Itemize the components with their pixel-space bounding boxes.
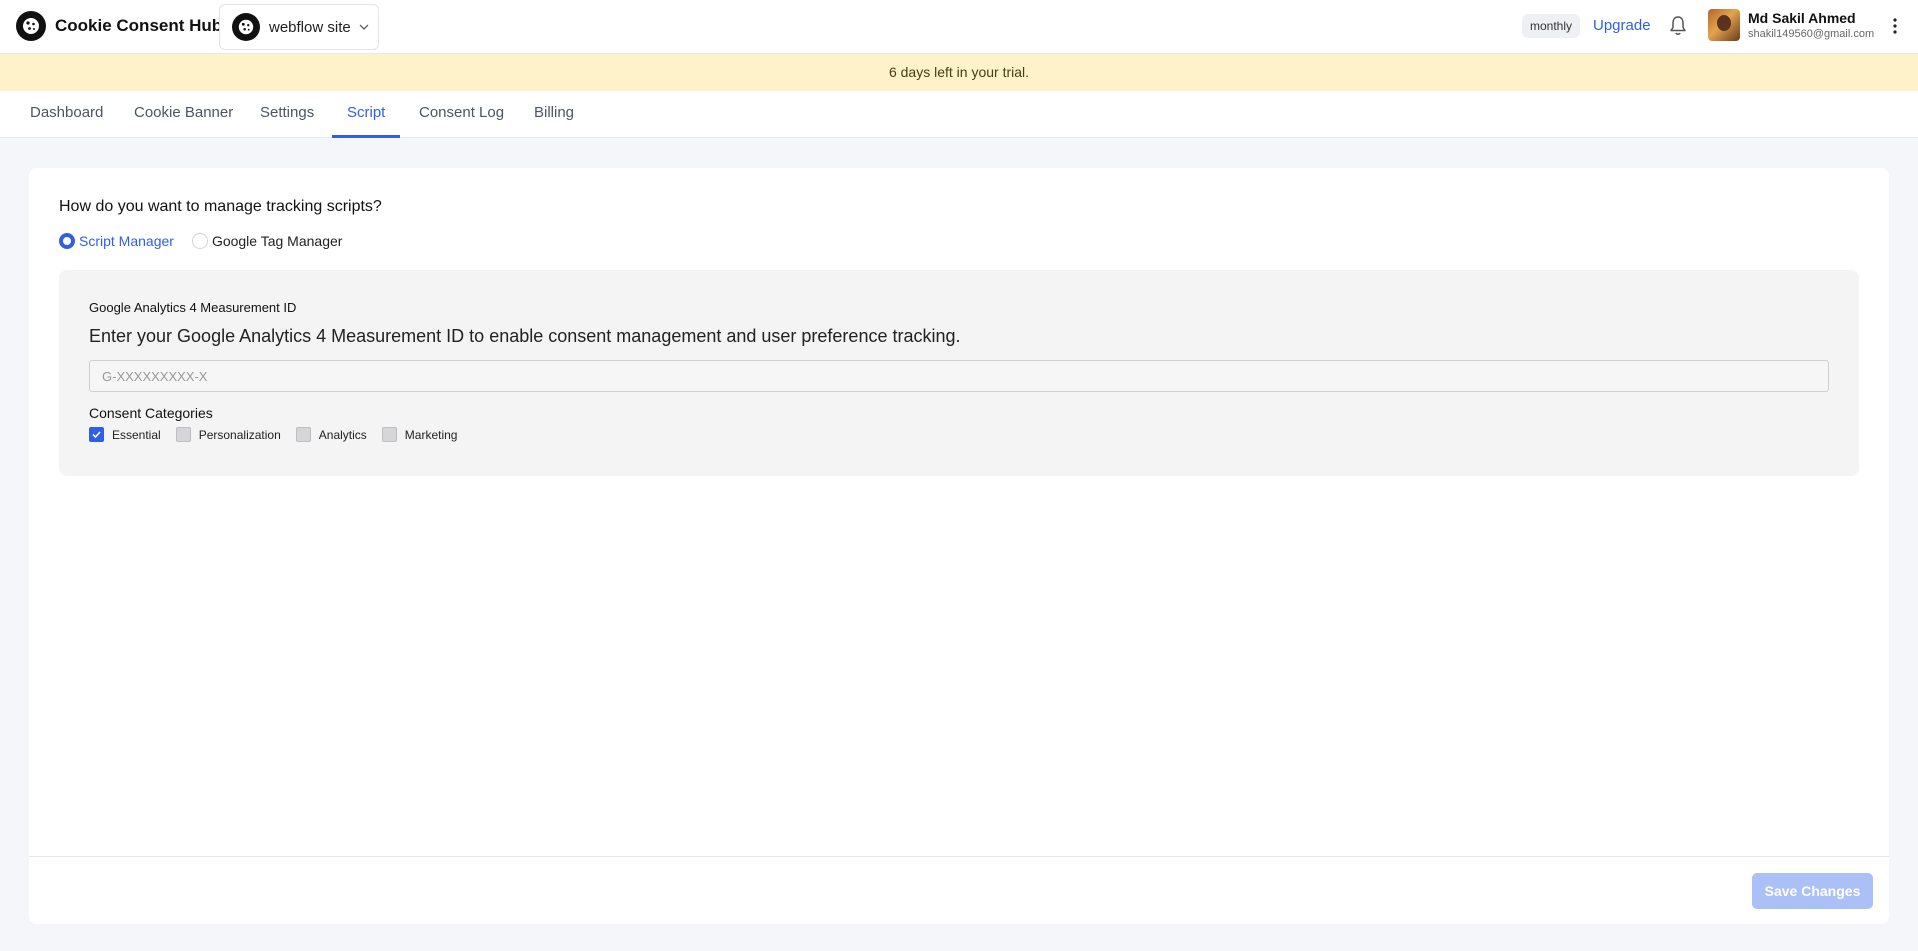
checkbox-unchecked-icon	[295, 427, 311, 442]
tab-consent-log[interactable]: Consent Log	[419, 91, 504, 138]
ga4-panel: Google Analytics 4 Measurement ID Enter …	[59, 270, 1859, 476]
active-tab-indicator	[332, 135, 400, 138]
checkbox-label: Analytics	[318, 427, 367, 442]
site-selector-value: webflow site	[269, 18, 351, 36]
site-selector[interactable]: webflow site	[219, 4, 379, 50]
bell-icon[interactable]	[1668, 15, 1688, 37]
radio-label: Script Manager	[79, 233, 174, 249]
script-mode-radio-group: Script Manager Google Tag Manager	[59, 233, 360, 249]
checkbox-unchecked-icon	[175, 427, 191, 442]
consent-categories: Essential Personalization Analytics Mark…	[89, 427, 472, 442]
checkbox-unchecked-icon	[381, 427, 397, 442]
plan-badge: monthly	[1522, 14, 1581, 38]
checkbox-label: Essential	[112, 427, 161, 442]
tab-settings[interactable]: Settings	[260, 91, 314, 138]
chevron-down-icon	[359, 24, 369, 30]
footer-divider	[29, 856, 1889, 857]
checkbox-analytics[interactable]: Analytics	[295, 427, 367, 442]
checkbox-personalization[interactable]: Personalization	[175, 427, 281, 442]
tab-dashboard[interactable]: Dashboard	[30, 91, 103, 138]
site-cookie-icon	[232, 13, 260, 41]
checkbox-essential[interactable]: Essential	[89, 427, 161, 442]
kebab-menu-icon[interactable]	[1888, 16, 1902, 36]
brand-name: Cookie Consent Hub	[55, 16, 223, 35]
consent-categories-title: Consent Categories	[89, 405, 213, 421]
radio-label: Google Tag Manager	[211, 233, 343, 249]
tab-billing[interactable]: Billing	[534, 91, 574, 138]
upgrade-link[interactable]: Upgrade	[1593, 17, 1651, 34]
tab-cookie-banner[interactable]: Cookie Banner	[134, 91, 233, 138]
ga4-measurement-id-input[interactable]	[89, 360, 1829, 392]
tracking-question: How do you want to manage tracking scrip…	[59, 198, 382, 215]
brand[interactable]: Cookie Consent Hub	[16, 11, 222, 41]
top-header: Cookie Consent Hub webflow site monthly …	[0, 0, 1918, 54]
checkbox-label: Personalization	[198, 427, 281, 442]
radio-unchecked-icon	[191, 233, 208, 249]
radio-script-manager[interactable]: Script Manager	[59, 233, 174, 249]
ga4-description: Enter your Google Analytics 4 Measuremen…	[89, 326, 961, 346]
save-changes-button[interactable]: Save Changes	[1752, 873, 1873, 909]
radio-google-tag-manager[interactable]: Google Tag Manager	[191, 233, 343, 249]
trial-banner: 6 days left in your trial.	[0, 54, 1918, 91]
radio-checked-icon	[59, 233, 75, 249]
user-name: Md Sakil Ahmed	[1748, 10, 1856, 26]
checkbox-label: Marketing	[404, 427, 458, 442]
tab-script[interactable]: Script	[347, 91, 385, 138]
cookie-logo-icon	[16, 11, 46, 41]
ga4-label: Google Analytics 4 Measurement ID	[89, 300, 297, 315]
avatar[interactable]	[1708, 9, 1740, 41]
tab-bar: Dashboard Cookie Banner Settings Script …	[0, 91, 1918, 138]
checkbox-checked-icon	[89, 427, 104, 442]
checkbox-marketing[interactable]: Marketing	[381, 427, 458, 442]
script-settings-card: How do you want to manage tracking scrip…	[29, 168, 1889, 924]
user-email: shakil149560@gmail.com	[1748, 28, 1875, 40]
